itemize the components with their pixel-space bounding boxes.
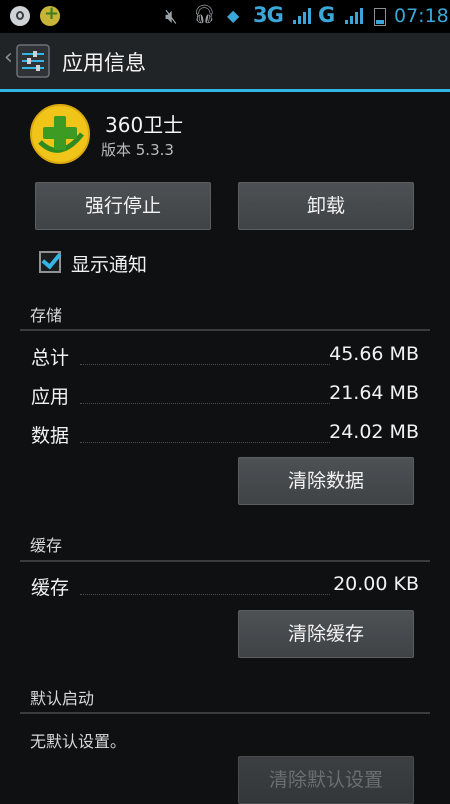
storage-total-value: 45.66 MB [329, 343, 419, 365]
row-leader [80, 594, 330, 595]
no-defaults-text: 无默认设置。 [30, 732, 127, 751]
force-stop-button[interactable]: 强行停止 [35, 182, 211, 230]
clock: 07:18 [394, 5, 449, 27]
section-divider [20, 329, 430, 331]
default-launch-section-header: 默认启动 [30, 689, 95, 708]
storage-total-label: 总计 [31, 347, 70, 369]
storage-data-label: 数据 [31, 425, 70, 447]
show-notification-checkbox[interactable] [39, 251, 61, 273]
back-chevron-icon[interactable]: ‹ [4, 47, 13, 69]
network-type-3g: 3G [253, 3, 284, 27]
signal-bars-icon [293, 8, 311, 24]
app-360-icon [30, 104, 90, 164]
section-divider [20, 712, 430, 714]
headset-icon: 🎧︎ [193, 4, 216, 25]
security-app-notification-icon [40, 3, 60, 26]
storage-data-value: 24.02 MB [329, 421, 419, 443]
cache-section-header: 缓存 [30, 536, 63, 555]
section-divider [20, 560, 430, 562]
cache-label: 缓存 [31, 577, 70, 599]
uninstall-button[interactable]: 卸载 [238, 182, 414, 230]
app-name: 360卫士 [105, 113, 184, 137]
clear-defaults-button[interactable]: 清除默认设置 [238, 756, 414, 804]
wifi-icon: ◆ [227, 6, 240, 25]
status-bar: 🔇︎ 🎧︎ ◆ 3G G 07:18 [0, 0, 450, 33]
action-bar: ‹ 应用信息 [0, 33, 450, 92]
row-leader [80, 442, 330, 443]
notification-app-icon [10, 6, 30, 26]
storage-section-header: 存储 [30, 306, 63, 325]
settings-sliders-icon[interactable] [16, 44, 50, 78]
row-leader [80, 403, 330, 404]
cache-value: 20.00 KB [333, 573, 419, 595]
page-title: 应用信息 [62, 51, 146, 75]
mute-icon: 🔇︎ [165, 4, 178, 28]
signal-bars-icon-2 [345, 8, 363, 24]
network-type-g: G [318, 3, 336, 27]
show-notification-label[interactable]: 显示通知 [71, 250, 147, 277]
clear-data-button[interactable]: 清除数据 [238, 457, 414, 505]
storage-app-value: 21.64 MB [329, 382, 419, 404]
row-leader [80, 364, 330, 365]
battery-icon [374, 8, 386, 26]
clear-cache-button[interactable]: 清除缓存 [238, 610, 414, 658]
storage-app-label: 应用 [31, 386, 70, 408]
app-version: 版本 5.3.3 [101, 141, 174, 159]
